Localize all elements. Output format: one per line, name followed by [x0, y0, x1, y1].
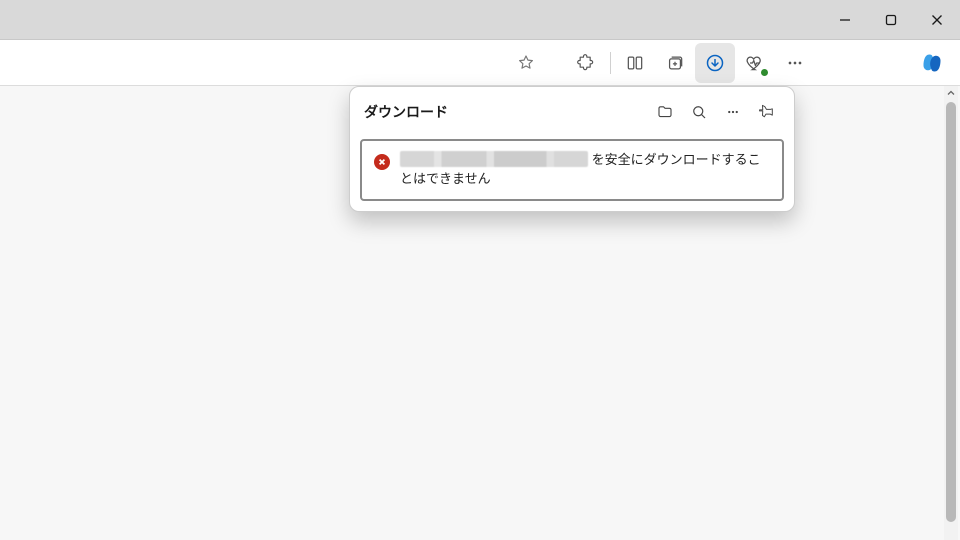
download-item[interactable]: を安全にダウンロードすることはできません [360, 139, 784, 201]
scroll-up-arrow[interactable] [944, 86, 958, 100]
minimize-icon [839, 14, 851, 26]
puzzle-icon [576, 53, 596, 73]
download-item-message: を安全にダウンロードすることはできません [400, 151, 770, 189]
copilot-icon [920, 51, 944, 75]
star-icon [516, 53, 536, 73]
browser-essentials-button[interactable] [735, 43, 775, 83]
toolbar-separator [610, 52, 611, 74]
downloads-popup-header: ダウンロード [350, 87, 794, 135]
folder-icon [656, 103, 674, 121]
open-downloads-folder-button[interactable] [648, 95, 682, 129]
window-maximize-button[interactable] [868, 0, 914, 40]
collections-button[interactable] [655, 43, 695, 83]
window-minimize-button[interactable] [822, 0, 868, 40]
pin-icon [758, 103, 776, 121]
search-downloads-button[interactable] [682, 95, 716, 129]
status-ok-badge [760, 68, 769, 77]
downloads-popup-title: ダウンロード [364, 102, 648, 122]
maximize-icon [885, 14, 897, 26]
extensions-button[interactable] [566, 43, 606, 83]
window-titlebar [0, 0, 960, 40]
settings-more-button[interactable] [775, 43, 815, 83]
browser-toolbar [0, 40, 960, 86]
vertical-scrollbar[interactable] [944, 86, 958, 540]
page-content: ダウンロード を安全にダウンロードすることはできません [0, 86, 960, 540]
collections-icon [665, 53, 685, 73]
search-icon [690, 103, 708, 121]
downloads-popup: ダウンロード を安全にダウンロードすることはできません [349, 86, 795, 212]
downloads-button[interactable] [695, 43, 735, 83]
chevron-up-icon [946, 88, 956, 98]
close-icon [931, 14, 943, 26]
split-screen-button[interactable] [615, 43, 655, 83]
error-icon [374, 154, 390, 170]
scrollbar-thumb[interactable] [946, 102, 956, 522]
download-icon [705, 53, 725, 73]
download-filename-redacted [400, 151, 588, 167]
split-screen-icon [625, 53, 645, 73]
downloads-more-button[interactable] [716, 95, 750, 129]
more-horizontal-icon [724, 103, 742, 121]
favorite-button[interactable] [506, 43, 546, 83]
pin-downloads-button[interactable] [750, 95, 784, 129]
window-close-button[interactable] [914, 0, 960, 40]
copilot-button[interactable] [912, 43, 952, 83]
address-bar-area [0, 40, 560, 85]
more-horizontal-icon [785, 53, 805, 73]
